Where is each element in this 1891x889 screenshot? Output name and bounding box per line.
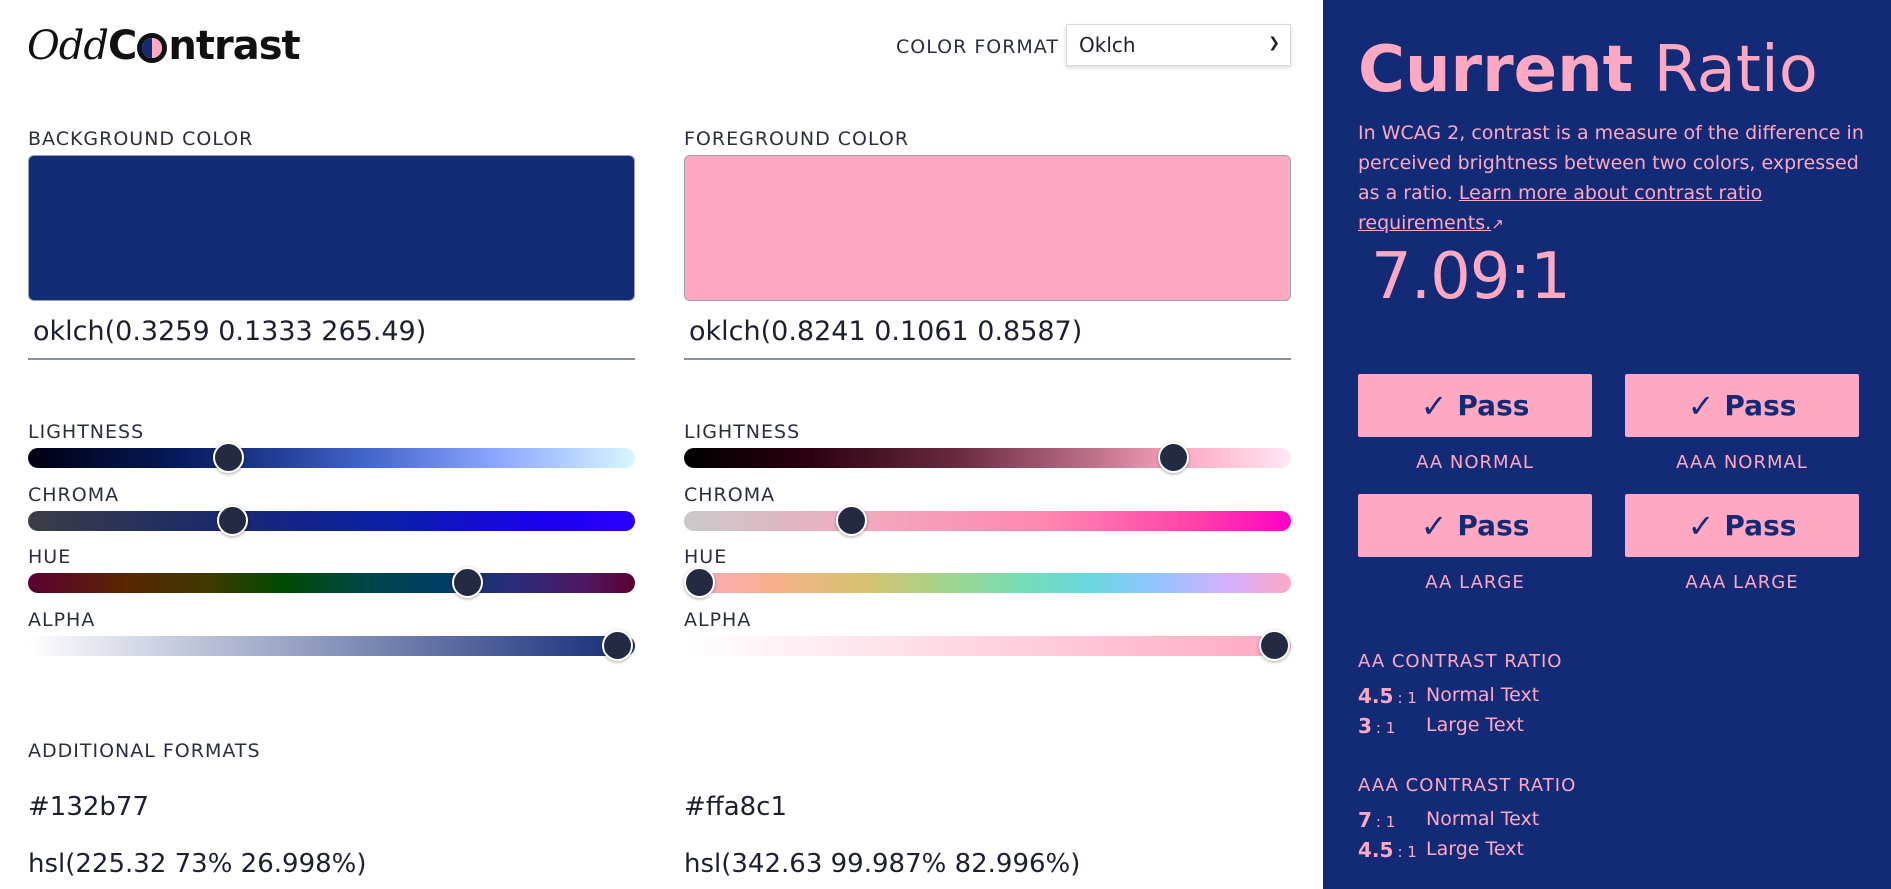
background-hue-label: HUE bbox=[28, 546, 72, 568]
aaa-large-status: Pass bbox=[1724, 509, 1797, 542]
aa-large-caption: AA LARGE bbox=[1425, 572, 1525, 593]
aaa-large-caption: AAA LARGE bbox=[1685, 572, 1799, 593]
background-chroma-thumb[interactable] bbox=[217, 505, 248, 536]
requirement-separator: : 1 bbox=[1375, 813, 1396, 831]
background-alpha-slider[interactable] bbox=[28, 630, 635, 661]
foreground-chroma-label: CHROMA bbox=[684, 484, 776, 506]
additional-formats-label: ADDITIONAL FORMATS bbox=[28, 740, 261, 762]
aa-normal-caption: AA NORMAL bbox=[1416, 452, 1534, 473]
aa-requirement-row: 3: 1 Large Text bbox=[1358, 714, 1524, 738]
check-icon: ✓ bbox=[1420, 386, 1448, 425]
current-ratio-panel: Current Ratio In WCAG 2, contrast is a m… bbox=[1323, 0, 1891, 889]
foreground-hex-value: #ffa8c1 bbox=[684, 792, 788, 822]
color-format-select[interactable]: Oklch ❯ bbox=[1066, 24, 1291, 66]
background-alpha-thumb[interactable] bbox=[602, 630, 633, 661]
requirement-text: Normal Text bbox=[1426, 808, 1540, 830]
background-hex-value: #132b77 bbox=[28, 792, 149, 822]
logo-odd-text: Odd bbox=[27, 23, 109, 69]
foreground-hue-label: HUE bbox=[684, 546, 728, 568]
background-hue-thumb[interactable] bbox=[452, 567, 483, 598]
foreground-hue-thumb[interactable] bbox=[684, 567, 715, 598]
aa-large-status: Pass bbox=[1457, 509, 1530, 542]
requirement-text: Normal Text bbox=[1426, 684, 1540, 706]
check-icon: ✓ bbox=[1687, 506, 1715, 545]
background-color-label: BACKGROUND COLOR bbox=[28, 128, 254, 150]
requirement-number: 4.5 bbox=[1358, 838, 1394, 862]
aaa-contrast-ratio-heading: AAA CONTRAST RATIO bbox=[1358, 775, 1577, 796]
foreground-lightness-thumb[interactable] bbox=[1158, 442, 1189, 473]
background-lightness-thumb[interactable] bbox=[213, 442, 244, 473]
requirement-separator: : 1 bbox=[1397, 843, 1417, 861]
logo-contrast-text: C ntrast bbox=[108, 23, 301, 69]
ratio-description: In WCAG 2, contrast is a measure of the … bbox=[1358, 118, 1868, 239]
logo-contrast-prefix: C bbox=[108, 23, 137, 69]
foreground-lightness-label: LIGHTNESS bbox=[684, 421, 801, 443]
main-content: Odd C ntrast COLOR FORMAT Oklch ❯ BACKGR… bbox=[0, 0, 1323, 889]
foreground-alpha-thumb[interactable] bbox=[1259, 630, 1290, 661]
external-link-icon: ↗ bbox=[1491, 215, 1504, 233]
contrast-ratio-value: 7.09:1 bbox=[1371, 240, 1571, 314]
foreground-alpha-slider[interactable] bbox=[684, 630, 1291, 661]
aa-normal-result: ✓ Pass bbox=[1358, 374, 1592, 437]
title-light: Ratio bbox=[1653, 33, 1818, 107]
requirement-number: 4.5 bbox=[1358, 684, 1394, 708]
background-color-input[interactable]: oklch(0.3259 0.1333 265.49) bbox=[28, 310, 635, 360]
aaa-normal-caption: AAA NORMAL bbox=[1676, 452, 1808, 473]
foreground-chroma-slider[interactable] bbox=[684, 505, 1291, 536]
foreground-alpha-label: ALPHA bbox=[684, 609, 752, 631]
logo-contrast-suffix: ntrast bbox=[168, 23, 300, 69]
check-icon: ✓ bbox=[1687, 386, 1715, 425]
aaa-large-result: ✓ Pass bbox=[1625, 494, 1859, 557]
aa-large-result: ✓ Pass bbox=[1358, 494, 1592, 557]
chevron-down-icon: ❯ bbox=[1268, 35, 1280, 51]
background-chroma-slider[interactable] bbox=[28, 505, 635, 536]
aaa-normal-status: Pass bbox=[1724, 389, 1797, 422]
aa-requirement-row: 4.5: 1 Normal Text bbox=[1358, 684, 1539, 708]
background-hsl-value: hsl(225.32 73% 26.998%) bbox=[28, 849, 367, 879]
requirement-number: 3 bbox=[1358, 714, 1372, 738]
aa-normal-status: Pass bbox=[1457, 389, 1530, 422]
requirement-number: 7 bbox=[1358, 808, 1372, 832]
requirement-text: Large Text bbox=[1426, 838, 1524, 860]
requirement-separator: : 1 bbox=[1397, 689, 1417, 707]
background-lightness-label: LIGHTNESS bbox=[28, 421, 145, 443]
foreground-hsl-value: hsl(342.63 99.987% 82.996%) bbox=[684, 849, 1081, 879]
color-format-value: Oklch bbox=[1079, 33, 1136, 57]
foreground-color-label: FOREGROUND COLOR bbox=[684, 128, 910, 150]
logo-contrast-circle-icon bbox=[137, 33, 168, 63]
current-ratio-title: Current Ratio bbox=[1358, 30, 1818, 110]
title-bold: Current bbox=[1358, 33, 1634, 107]
color-format-label: COLOR FORMAT bbox=[896, 36, 1059, 58]
app-logo[interactable]: Odd C ntrast bbox=[27, 22, 301, 70]
background-hue-slider[interactable] bbox=[28, 567, 635, 598]
aa-contrast-ratio-heading: AA CONTRAST RATIO bbox=[1358, 651, 1563, 672]
background-chroma-label: CHROMA bbox=[28, 484, 120, 506]
background-swatch bbox=[28, 155, 635, 301]
background-lightness-slider[interactable] bbox=[28, 442, 635, 473]
foreground-lightness-slider[interactable] bbox=[684, 442, 1291, 473]
aaa-requirement-row: 7: 1 Normal Text bbox=[1358, 808, 1539, 832]
foreground-chroma-thumb[interactable] bbox=[836, 505, 867, 536]
check-icon: ✓ bbox=[1420, 506, 1448, 545]
background-alpha-label: ALPHA bbox=[28, 609, 96, 631]
requirement-separator: : 1 bbox=[1375, 719, 1396, 737]
foreground-color-input[interactable]: oklch(0.8241 0.1061 0.8587) bbox=[684, 310, 1291, 360]
foreground-hue-slider[interactable] bbox=[684, 567, 1291, 598]
requirement-text: Large Text bbox=[1426, 714, 1524, 736]
aaa-normal-result: ✓ Pass bbox=[1625, 374, 1859, 437]
aaa-requirement-row: 4.5: 1 Large Text bbox=[1358, 838, 1524, 862]
foreground-swatch bbox=[684, 155, 1291, 301]
